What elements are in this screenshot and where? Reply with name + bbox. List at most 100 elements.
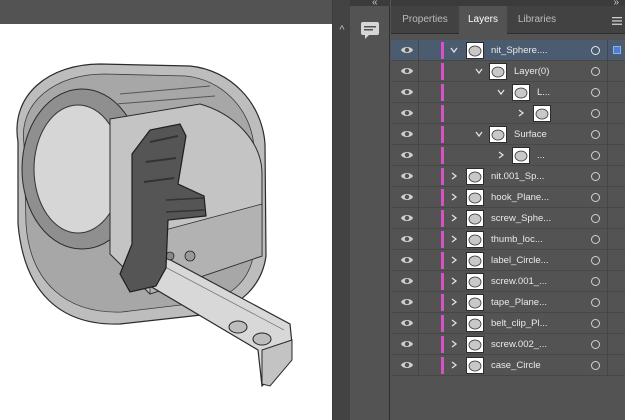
layer-row[interactable]: screw.002_... xyxy=(391,334,625,355)
target-circle-icon[interactable] xyxy=(591,214,600,223)
target-circle-icon[interactable] xyxy=(591,172,600,181)
eye-icon[interactable] xyxy=(400,86,414,98)
tab-libraries[interactable]: Libraries xyxy=(507,6,567,34)
layer-name[interactable]: label_Circle... xyxy=(491,250,549,271)
layer-row[interactable] xyxy=(391,103,625,124)
target-circle-icon[interactable] xyxy=(591,151,600,160)
layer-name[interactable]: ... xyxy=(537,145,545,166)
eye-icon[interactable] xyxy=(400,44,414,56)
tape-measure-artwork[interactable] xyxy=(0,24,332,420)
layer-name[interactable]: screw_Sphe... xyxy=(491,208,551,229)
eye-icon[interactable] xyxy=(400,254,414,266)
eye-icon[interactable] xyxy=(400,191,414,203)
column-divider xyxy=(418,229,419,250)
tab-properties[interactable]: Properties xyxy=(391,6,459,34)
column-divider xyxy=(607,166,608,187)
layer-row[interactable]: screw.001_... xyxy=(391,271,625,292)
column-divider xyxy=(418,124,419,145)
target-circle-icon[interactable] xyxy=(591,46,600,55)
layer-row[interactable]: screw_Sphe... xyxy=(391,208,625,229)
chevron-right-icon[interactable] xyxy=(516,108,526,118)
layer-row[interactable]: Layer(0) xyxy=(391,61,625,82)
chevron-right-icon[interactable] xyxy=(449,339,459,349)
chevron-right-icon[interactable] xyxy=(449,255,459,265)
eye-icon[interactable] xyxy=(400,317,414,329)
canvas-area[interactable] xyxy=(0,0,332,420)
layer-thumbnail xyxy=(466,42,484,59)
target-circle-icon[interactable] xyxy=(591,256,600,265)
eye-icon[interactable] xyxy=(400,149,414,161)
hamburger-icon[interactable] xyxy=(611,14,623,26)
target-circle-icon[interactable] xyxy=(591,109,600,118)
layer-row[interactable]: tape_Plane... xyxy=(391,292,625,313)
layer-row[interactable]: thumb_loc... xyxy=(391,229,625,250)
layer-row[interactable]: case_Circle xyxy=(391,355,625,376)
target-circle-icon[interactable] xyxy=(591,130,600,139)
layer-name[interactable]: screw.002_... xyxy=(491,334,547,355)
target-circle-icon[interactable] xyxy=(591,277,600,286)
layer-thumbnail xyxy=(466,252,484,269)
column-divider xyxy=(418,40,419,61)
target-circle-icon[interactable] xyxy=(591,67,600,76)
layer-name[interactable]: L... xyxy=(537,82,550,103)
layer-row[interactable]: label_Circle... xyxy=(391,250,625,271)
chevron-right-icon[interactable] xyxy=(449,360,459,370)
layer-thumbnail xyxy=(466,168,484,185)
chevron-right-icon[interactable] xyxy=(496,150,506,160)
layer-row[interactable]: nit.001_Sp... xyxy=(391,166,625,187)
eye-icon[interactable] xyxy=(400,107,414,119)
layer-row[interactable]: Surface xyxy=(391,124,625,145)
eye-icon[interactable] xyxy=(400,128,414,140)
artboard[interactable] xyxy=(0,24,332,420)
eye-icon[interactable] xyxy=(400,338,414,350)
target-circle-icon[interactable] xyxy=(591,298,600,307)
layer-row[interactable]: hook_Plane... xyxy=(391,187,625,208)
eye-icon[interactable] xyxy=(400,65,414,77)
chevron-right-icon[interactable] xyxy=(449,276,459,286)
eye-icon[interactable] xyxy=(400,233,414,245)
eye-icon[interactable] xyxy=(400,212,414,224)
target-circle-icon[interactable] xyxy=(591,235,600,244)
layer-name[interactable]: belt_clip_Pl... xyxy=(491,313,548,334)
layer-row[interactable]: ... xyxy=(391,145,625,166)
collapse-dock-icon[interactable]: « xyxy=(372,0,378,8)
chevron-right-icon[interactable] xyxy=(449,213,459,223)
chevron-right-icon[interactable] xyxy=(449,192,459,202)
vertical-scrollbar[interactable]: ^ xyxy=(332,0,350,420)
layer-color-bar xyxy=(441,63,444,80)
layer-name[interactable]: case_Circle xyxy=(491,355,541,376)
target-circle-icon[interactable] xyxy=(591,340,600,349)
eye-icon[interactable] xyxy=(400,275,414,287)
target-circle-icon[interactable] xyxy=(591,319,600,328)
layer-name[interactable]: nit_Sphere.... xyxy=(491,40,548,61)
column-divider xyxy=(418,271,419,292)
chevron-down-icon[interactable] xyxy=(474,129,484,139)
layer-row[interactable]: nit_Sphere.... xyxy=(391,40,625,61)
layer-name[interactable]: hook_Plane... xyxy=(491,187,549,208)
chevron-right-icon[interactable] xyxy=(449,171,459,181)
eye-icon[interactable] xyxy=(400,359,414,371)
target-circle-icon[interactable] xyxy=(591,88,600,97)
layer-name[interactable]: Layer(0) xyxy=(514,61,549,82)
layer-row[interactable]: belt_clip_Pl... xyxy=(391,313,625,334)
selection-indicator[interactable] xyxy=(613,46,621,54)
layer-name[interactable]: nit.001_Sp... xyxy=(491,166,544,187)
chevron-right-icon[interactable] xyxy=(449,318,459,328)
eye-icon[interactable] xyxy=(400,296,414,308)
layer-name[interactable]: screw.001_... xyxy=(491,271,547,292)
speech-bubble-icon[interactable] xyxy=(358,18,382,42)
eye-icon[interactable] xyxy=(400,170,414,182)
tab-layers[interactable]: Layers xyxy=(459,6,507,35)
chevron-down-icon[interactable] xyxy=(496,87,506,97)
chevron-right-icon[interactable] xyxy=(449,234,459,244)
target-circle-icon[interactable] xyxy=(591,361,600,370)
chevron-down-icon[interactable] xyxy=(474,66,484,76)
layer-name[interactable]: tape_Plane... xyxy=(491,292,547,313)
chevron-right-icon[interactable] xyxy=(449,297,459,307)
target-circle-icon[interactable] xyxy=(591,193,600,202)
layer-name[interactable]: thumb_loc... xyxy=(491,229,543,250)
chevron-down-icon[interactable] xyxy=(449,45,459,55)
layer-row[interactable]: L... xyxy=(391,82,625,103)
scroll-up-arrow-icon[interactable]: ^ xyxy=(333,22,351,38)
layer-name[interactable]: Surface xyxy=(514,124,547,145)
